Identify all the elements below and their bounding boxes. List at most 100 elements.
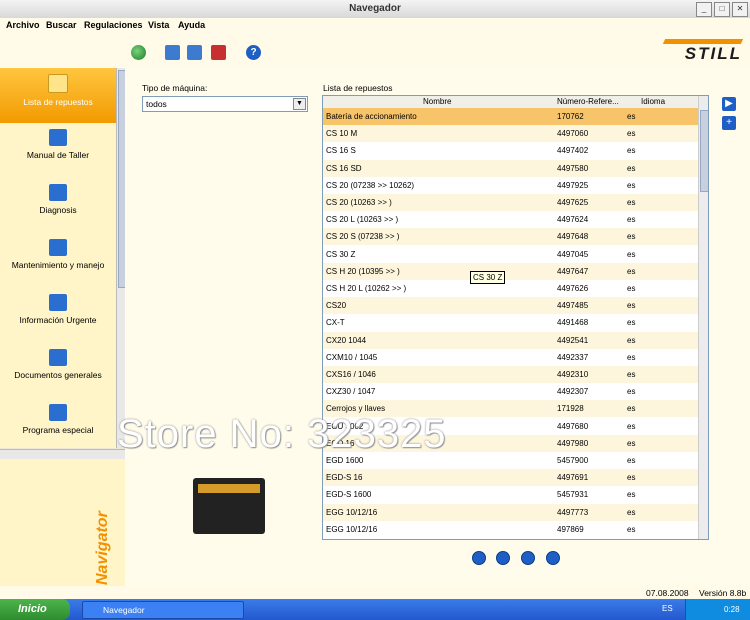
- menu-regulaciones[interactable]: Regulaciones: [84, 20, 143, 30]
- table-row[interactable]: CXS16 / 1046 4492310 es: [323, 366, 699, 383]
- table-vertical-scrollbar[interactable]: [698, 96, 708, 539]
- cell-numero: 4497680: [557, 421, 589, 431]
- table-row[interactable]: CS H 20 L (10262 >> ) 4497626 es: [323, 280, 699, 297]
- play-icon[interactable]: ▶: [722, 97, 736, 111]
- taskbar-item-navegador[interactable]: Navegador: [82, 601, 244, 619]
- last-page-icon[interactable]: [546, 551, 560, 565]
- cell-nombre: CXZ30 / 1047: [326, 387, 376, 397]
- cell-idioma: es: [627, 112, 636, 121]
- cell-nombre: CS 10 M: [326, 129, 358, 139]
- cell-numero: 4497626: [557, 284, 589, 293]
- cell-idioma: es: [627, 490, 636, 500]
- cell-idioma: es: [627, 421, 636, 431]
- nav-item-mantenimiento[interactable]: Mantenimiento y manejo: [0, 233, 116, 288]
- cell-idioma: es: [627, 301, 636, 311]
- table-row[interactable]: CS 20 L (10263 >> ) 4497624 es: [323, 211, 699, 228]
- cell-nombre: CS 30 Z: [326, 249, 356, 259]
- table-row[interactable]: CS 16 S 4497402 es: [323, 142, 699, 159]
- table-row[interactable]: CX-T 4491468 es: [323, 314, 699, 331]
- cell-idioma: es: [627, 163, 636, 173]
- cell-nombre: CXS16 / 1046: [326, 370, 376, 379]
- cell-numero: 4497773: [557, 507, 589, 517]
- table-row[interactable]: CS 10 M 4497060 es: [323, 125, 699, 143]
- table-row[interactable]: Batería de accionamiento 170762 es: [323, 108, 699, 125]
- cell-nombre: EGG 10/12/16: [326, 507, 378, 517]
- window-titlebar: Navegador _ □ ✕: [0, 0, 750, 19]
- cell-idioma: es: [627, 318, 636, 328]
- table-row[interactable]: EGG 10/12/16 4497773 es: [323, 503, 699, 521]
- cell-numero: 4492541: [557, 335, 589, 345]
- status-date: 07.08.2008: [646, 588, 689, 598]
- table-row[interactable]: CS 30 Z 4497045 es: [323, 246, 699, 263]
- column-header-nombre[interactable]: Nombre: [423, 97, 451, 106]
- nav-item-label: Documentos generales: [14, 370, 102, 380]
- menu-archivo[interactable]: Archivo: [6, 20, 40, 30]
- cell-idioma: es: [627, 370, 636, 379]
- search-icon[interactable]: [187, 45, 202, 60]
- table-row[interactable]: EGG 10/12/16 497869 es: [323, 521, 699, 538]
- cell-nombre: CS H 20 (10395 >> ): [326, 266, 400, 276]
- nav-item-diagnosis[interactable]: Diagnosis: [0, 178, 116, 233]
- nav-item-documentos-generales[interactable]: Documentos generales: [0, 343, 116, 398]
- machine-type-select[interactable]: todos ▼: [142, 96, 308, 112]
- table-row[interactable]: CS 20 (10263 >> ) 4497625 es: [323, 194, 699, 211]
- close-button[interactable]: ✕: [732, 2, 748, 17]
- column-header-idioma[interactable]: Idioma: [641, 97, 665, 106]
- cell-nombre: CX20 1044: [326, 335, 367, 345]
- cell-nombre: Batería de accionamiento: [326, 112, 417, 121]
- table-row[interactable]: CXM10 / 1045 4492337 es: [323, 349, 699, 366]
- column-header-numero[interactable]: Número-Refere...: [557, 97, 619, 106]
- cell-idioma: es: [627, 404, 636, 414]
- cell-numero: 4492310: [557, 370, 589, 379]
- cell-idioma: es: [627, 198, 636, 207]
- first-page-icon[interactable]: [472, 551, 486, 565]
- table-row[interactable]: EGD-S 1600 5457931 es: [323, 486, 699, 503]
- nav-item-lista-repuestos[interactable]: Lista de repuestos: [0, 68, 116, 123]
- nav-item-informacion-urgente[interactable]: Información Urgente: [0, 288, 116, 343]
- nav-item-label: Programa especial: [22, 425, 94, 435]
- start-button[interactable]: Inicio: [0, 599, 70, 620]
- help-icon[interactable]: ?: [246, 45, 261, 60]
- maximize-button[interactable]: □: [714, 2, 730, 17]
- previous-page-icon[interactable]: [496, 551, 510, 565]
- table-row[interactable]: CX20 1044 4492541 es: [323, 331, 699, 349]
- cell-nombre: EGD-S 16: [326, 473, 363, 483]
- table-row[interactable]: CS 20 (07238 >> 10262) 4497925 es: [323, 177, 699, 194]
- nav-item-manual-taller[interactable]: Manual de Taller: [0, 123, 116, 178]
- language-indicator[interactable]: ES: [662, 604, 673, 613]
- minimize-button[interactable]: _: [696, 2, 712, 17]
- table-scroll-thumb[interactable]: [700, 110, 708, 192]
- chevron-down-icon[interactable]: ▼: [293, 98, 306, 110]
- add-icon[interactable]: +: [722, 116, 736, 130]
- print-icon[interactable]: [211, 45, 226, 60]
- menu-ayuda[interactable]: Ayuda: [178, 20, 205, 30]
- book-icon[interactable]: [165, 45, 180, 60]
- cell-numero: 4497045: [557, 249, 589, 259]
- globe-icon[interactable]: [131, 45, 146, 60]
- nav-item-label: Manual de Taller: [26, 150, 90, 160]
- clock: 0:28: [724, 605, 740, 614]
- folder-icon: [49, 184, 67, 201]
- folder-icon: [49, 404, 67, 421]
- parts-list-label: Lista de repuestos: [323, 83, 393, 93]
- menu-vista[interactable]: Vista: [148, 20, 169, 30]
- table-row[interactable]: CXZ30 / 1047 4492307 es: [323, 383, 699, 400]
- table-row[interactable]: CS20 4497485 es: [323, 297, 699, 315]
- nav-item-label: Diagnosis: [39, 205, 77, 215]
- next-page-icon[interactable]: [521, 551, 535, 565]
- cell-numero: 4491468: [557, 318, 589, 328]
- cell-numero: 5457900: [557, 456, 589, 465]
- cell-numero: 4497980: [557, 438, 589, 448]
- cell-idioma: es: [627, 146, 636, 156]
- cell-nombre: CXM10 / 1045: [326, 352, 378, 362]
- table-row[interactable]: CS 20 S (07238 >> ) 4497648 es: [323, 228, 699, 246]
- menu-buscar[interactable]: Buscar: [46, 20, 77, 30]
- table-row[interactable]: CS 16 SD 4497580 es: [323, 159, 699, 177]
- status-bar: 07.08.2008 Versión 8.8b: [0, 586, 750, 599]
- table-row[interactable]: CS H 20 (10395 >> ) 4497647 es: [323, 262, 699, 280]
- nav-item-programa-especial[interactable]: Programa especial: [0, 398, 116, 453]
- cell-numero: 4497580: [557, 163, 589, 173]
- cell-idioma: es: [627, 473, 636, 483]
- table-row[interactable]: EGD-S 16 4497691 es: [323, 469, 699, 487]
- window-title: Navegador: [349, 3, 401, 14]
